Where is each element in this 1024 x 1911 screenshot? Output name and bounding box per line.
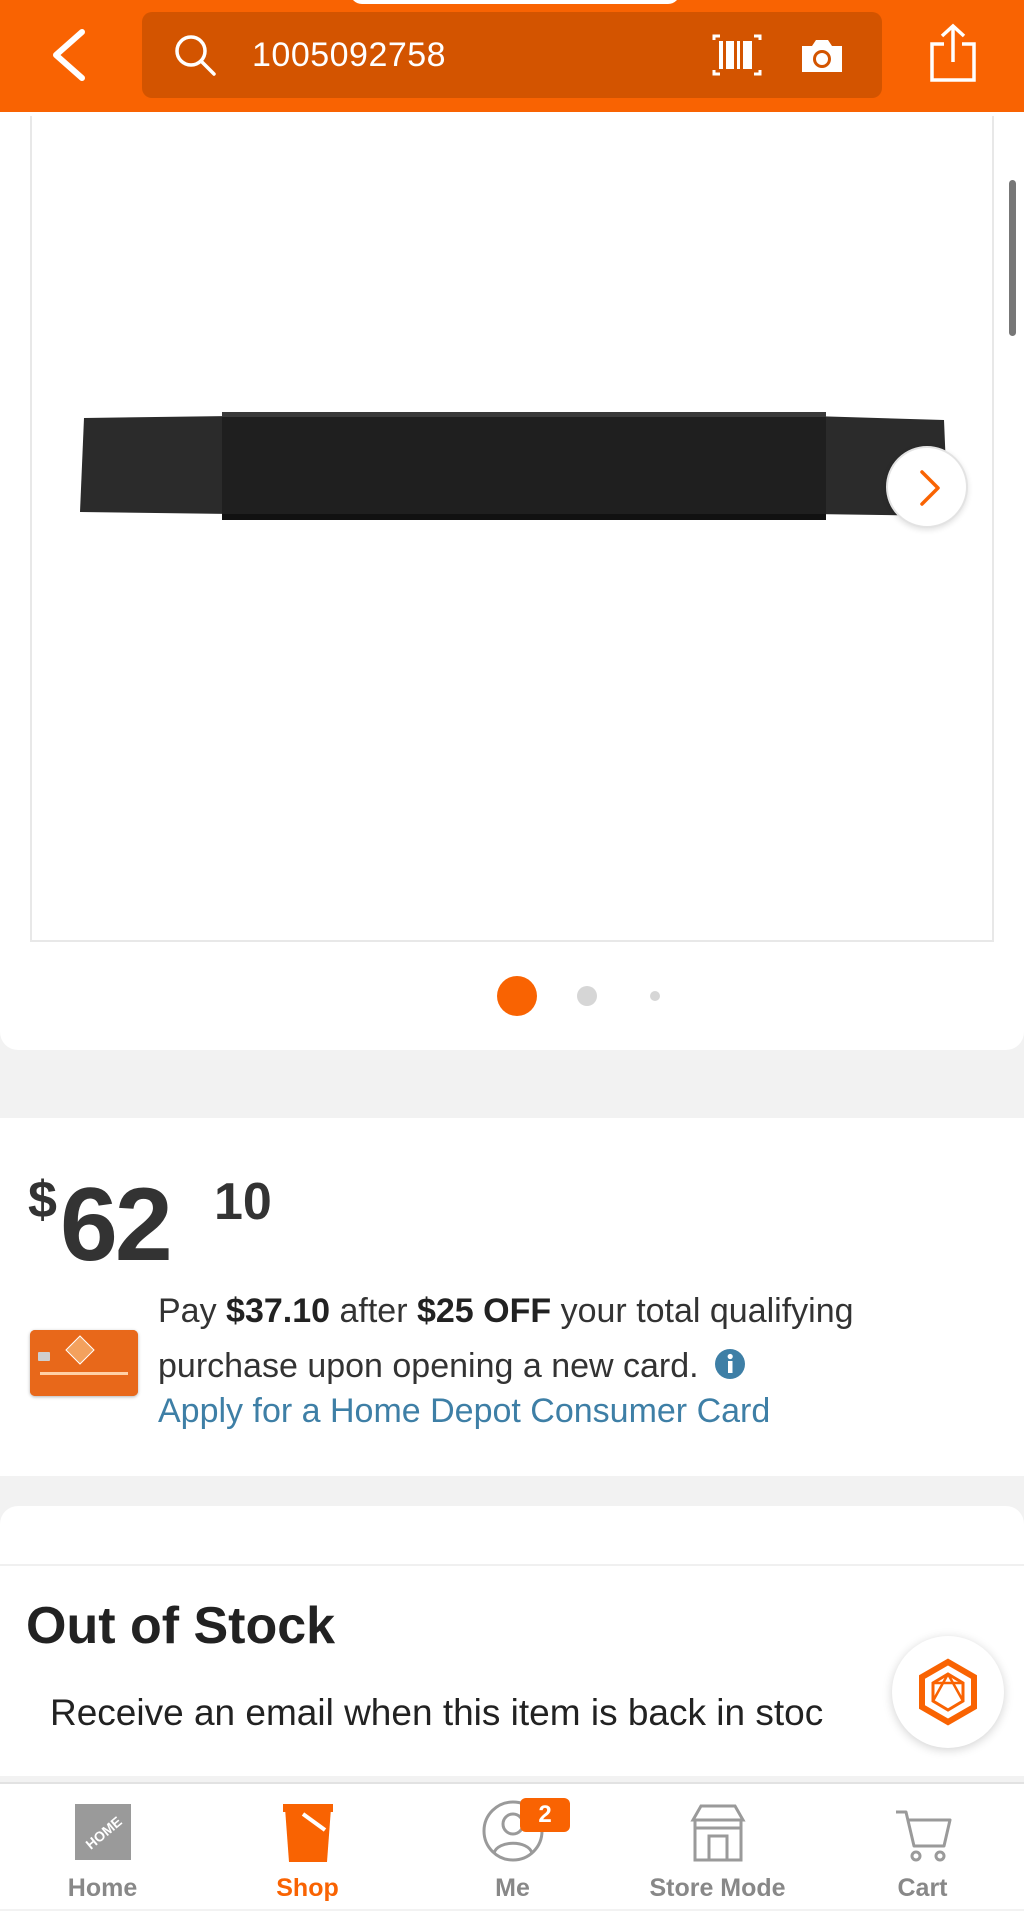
credit-card-image: [30, 1330, 138, 1396]
assistant-button[interactable]: [892, 1636, 1004, 1748]
nav-me[interactable]: 2 Me: [410, 1784, 615, 1911]
card-promo-text: Pay $37.10 after $25 OFF your total qual…: [158, 1284, 998, 1394]
scrollbar[interactable]: [1009, 180, 1016, 336]
notification-badge: 2: [520, 1798, 570, 1832]
cart-icon: [896, 1810, 952, 1862]
nav-home-label: Home: [67, 1874, 138, 1902]
camera-icon[interactable]: [798, 32, 846, 78]
shop-bucket-icon: [283, 1804, 333, 1862]
price-cents: 10: [214, 1173, 272, 1231]
top-bar: 1005092758: [0, 0, 1024, 112]
share-icon: [930, 23, 976, 82]
store-icon: [690, 1804, 746, 1862]
price-section: $ 62 10 Pay $37.10 after $25 OFF your to…: [0, 1118, 1024, 1476]
pagination-dot[interactable]: [650, 991, 660, 1001]
pagination-dot-active[interactable]: [497, 976, 537, 1016]
price-dollars: 62: [60, 1167, 173, 1283]
nav-shop-label: Shop: [276, 1874, 339, 1902]
back-arrow-icon: [53, 29, 85, 81]
nav-me-label: Me: [495, 1874, 530, 1902]
chevron-right-icon: [920, 470, 940, 506]
stock-status-title: Out of Stock: [26, 1597, 336, 1655]
divider: [0, 1564, 1024, 1566]
promo-text-after: after: [330, 1292, 417, 1330]
bottom-navigation: HOME Home Shop 2 Me Store Mode Cart: [0, 1782, 1024, 1909]
promo-discount: $25 OFF: [416, 1292, 552, 1330]
gallery-pagination: [0, 974, 1024, 1016]
share-button[interactable]: [928, 22, 978, 84]
stock-section: Out of Stock Receive an email when this …: [0, 1506, 1024, 1776]
stock-email-notice[interactable]: Receive an email when this item is back …: [50, 1692, 823, 1734]
status-pill: [350, 0, 680, 4]
nav-cart-label: Cart: [897, 1874, 948, 1902]
pagination-dot[interactable]: [577, 986, 597, 1006]
search-input[interactable]: 1005092758: [142, 12, 882, 98]
nav-store-mode-label: Store Mode: [649, 1874, 786, 1902]
nav-store-mode[interactable]: Store Mode: [615, 1784, 820, 1911]
nav-shop[interactable]: Shop: [205, 1784, 410, 1911]
search-icon: [175, 35, 216, 76]
product-gallery: [0, 112, 1024, 1050]
credit-card-icon: [30, 1330, 138, 1396]
next-image-button[interactable]: [886, 446, 968, 528]
barcode-icon[interactable]: [710, 32, 764, 78]
price-currency: $: [28, 1171, 57, 1229]
promo-text-pay: Pay: [158, 1292, 227, 1330]
product-image: [80, 412, 948, 520]
nav-home[interactable]: HOME Home: [0, 1784, 205, 1911]
back-button[interactable]: [40, 22, 100, 88]
apply-card-link[interactable]: Apply for a Home Depot Consumer Card: [158, 1392, 770, 1431]
nav-cart[interactable]: Cart: [820, 1784, 1024, 1911]
product-image-frame[interactable]: [30, 116, 994, 942]
home-depot-logo-icon: HOME: [75, 1804, 131, 1860]
search-query-text: 1005092758: [252, 36, 447, 74]
hexagon-logo-icon: [919, 1658, 977, 1726]
info-icon[interactable]: [714, 1348, 746, 1380]
promo-amount: $37.10: [226, 1292, 331, 1330]
